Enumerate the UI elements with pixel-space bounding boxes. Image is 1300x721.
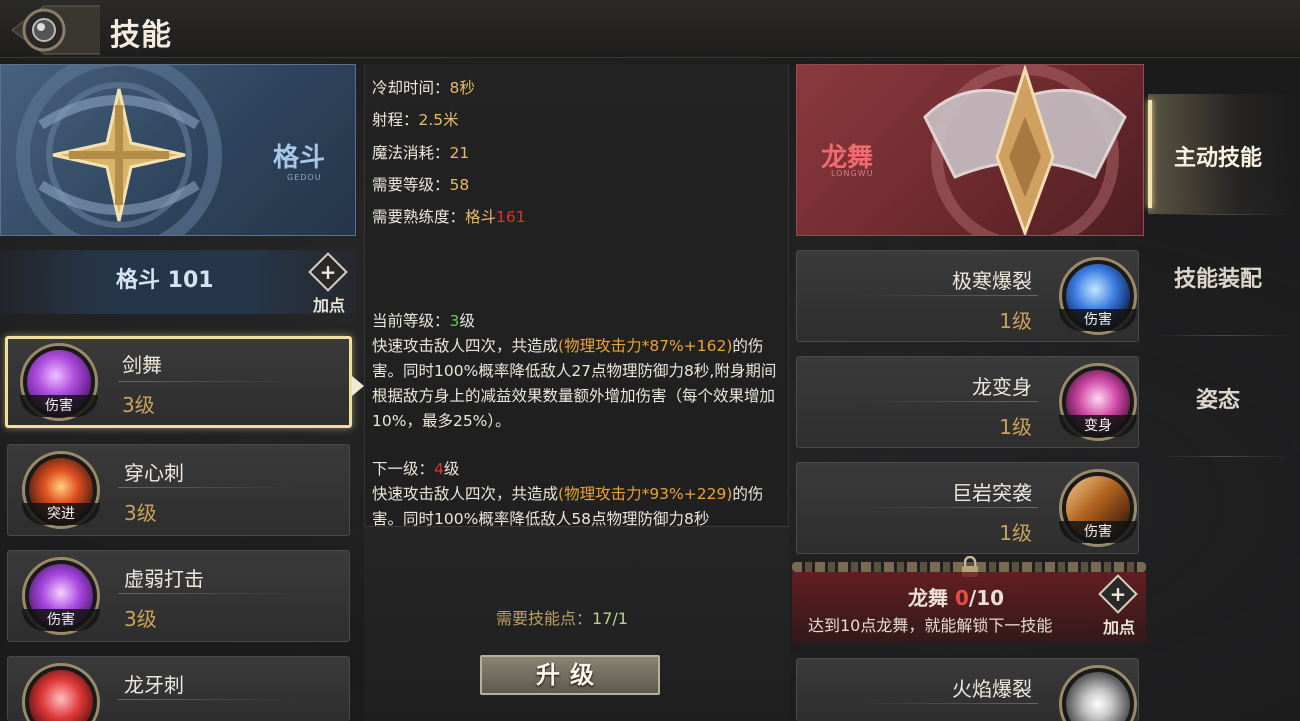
tab-active-skills[interactable]: 主动技能 [1148,94,1300,214]
skill-tag: 伤害 [22,609,100,631]
skill-row-longyaci[interactable]: 龙牙刺 [7,656,350,721]
required-level-line: 需要等级：58 [372,176,470,194]
skill-tag: 变身 [1059,415,1137,437]
required-skill-points: 需要技能点：17/1 [496,609,628,628]
mana-line: 魔法消耗：21 [372,144,470,162]
skill-tag: 伤害 [20,395,98,417]
skill-tag: 伤害 [1059,521,1137,543]
skill-tag: 伤害 [1059,309,1137,331]
skill-tag: 突进 [22,503,100,525]
divider [858,401,1038,402]
dragon-dance-emblem-icon [923,65,1127,235]
current-level-line: 当前等级：3级 [372,312,475,330]
school-name: 格斗 [273,143,326,173]
add-point-label: 加点 [1102,618,1135,637]
tab-skill-loadout[interactable]: 技能装配 [1148,215,1300,335]
skill-name: 虚弱打击 [124,567,204,591]
skill-name: 巨岩突袭 [952,481,1032,505]
skill-level: 3级 [124,607,157,631]
skill-name: 剑舞 [122,353,162,377]
divider [118,699,298,700]
cross-emblem-icon [16,65,222,235]
skill-level: 1级 [999,309,1032,333]
next-level-desc: 快速攻击敌人四次，共造成(物理攻击力*93%+229)的伤害。同时100%概率降… [372,485,764,526]
skill-level: 1级 [999,415,1032,439]
school-points-label: 格斗 101 [116,268,214,293]
divider [118,593,298,594]
next-level-line: 下一级：4级 [372,460,460,478]
plus-icon: + [319,260,337,284]
skill-row-longbianshen[interactable]: 龙变身 1级 变身 [796,356,1139,448]
add-point-button-right[interactable]: + 加点 [1098,574,1140,637]
skill-row-jihanbaolie[interactable]: 极寒爆裂 1级 伤害 [796,250,1139,342]
skill-level: 1级 [999,521,1032,545]
unlock-description: 达到10点龙舞，就能解锁下一技能 [808,616,1053,635]
divider [118,487,298,488]
page-title: 技能 [110,18,172,53]
skill-row-huoyanbaolie[interactable]: 火焰爆裂 [796,658,1139,721]
dragon-fang-icon [22,663,100,721]
school-name-pinyin: GEDOU [287,173,322,182]
range-line: 射程：2.5米 [372,111,459,129]
divider [858,295,1038,296]
divider [118,381,298,382]
skill-row-jianwu[interactable]: 伤害 剑舞 3级 [5,336,352,428]
required-mastery-line: 需要熟练度：格斗161 [372,208,526,226]
add-point-button[interactable]: + 加点 [308,252,350,315]
skill-name: 穿心刺 [124,461,184,485]
plus-icon: + [1109,582,1127,606]
current-level-desc: 快速攻击敌人四次，共造成(物理攻击力*87%+162)的伤害。同时100%概率降… [372,337,777,430]
tab-column: 主动技能 技能装配 姿态 [1148,94,1300,721]
skill-name: 火焰爆裂 [952,677,1032,701]
school-name-pinyin: LONGWU [831,169,874,178]
skill-row-chuanxinci[interactable]: 突进 穿心刺 3级 [7,444,350,536]
tab-stance[interactable]: 姿态 [1148,336,1300,456]
skill-detail-scroll[interactable]: 冷却时间：8秒 射程：2.5米 魔法消耗：21 需要等级：58 需要熟练度：格斗… [364,64,789,526]
back-emblem-icon[interactable] [4,2,100,58]
skill-name: 极寒爆裂 [952,269,1032,293]
add-point-label: 加点 [312,296,345,315]
skill-row-xuruodaji[interactable]: 伤害 虚弱打击 3级 [7,550,350,642]
upgrade-button[interactable]: 升级 [480,655,660,695]
school-points-bar: 格斗 101 + 加点 [0,250,356,315]
top-bar: 技能 [0,0,1300,58]
skill-name: 龙牙刺 [124,673,184,697]
school-card-longwu: 龙舞 LONGWU [796,64,1144,236]
school-card-gedou: 格斗 GEDOU [0,64,356,236]
flame-burst-icon [1059,665,1137,721]
cooldown-line: 冷却时间：8秒 [372,79,475,97]
skill-row-juyantuxi[interactable]: 巨岩突袭 1级 伤害 [796,462,1139,554]
divider [1158,456,1290,457]
skill-level: 3级 [122,393,155,417]
divider [858,507,1038,508]
skill-level: 3级 [124,501,157,525]
selection-pointer-icon [352,376,364,396]
divider [858,703,1038,704]
skill-name: 龙变身 [972,375,1032,399]
unlock-progress: 龙舞 0/10 [908,586,1005,610]
